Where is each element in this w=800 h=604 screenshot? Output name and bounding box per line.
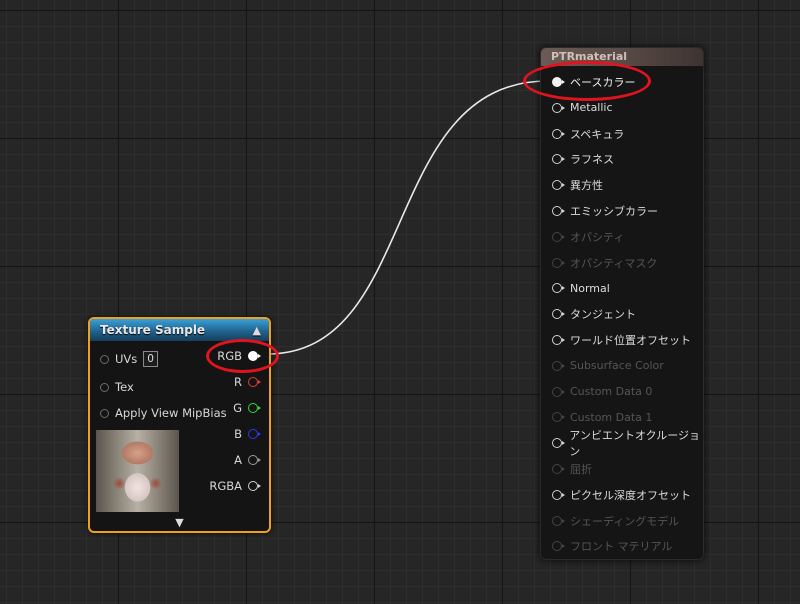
pin-label: A	[234, 453, 242, 467]
output-pin-icon[interactable]	[248, 429, 261, 439]
pin-label: RGBA	[209, 479, 242, 493]
pin-label: ラフネス	[570, 153, 614, 167]
input-pin-icon[interactable]	[552, 154, 565, 165]
material-input-pin[interactable]: ピクセル深度オフセット	[552, 484, 691, 506]
tex-input-pin[interactable]: Tex	[100, 377, 134, 397]
output-pin-icon[interactable]	[248, 481, 261, 491]
g-output-pin[interactable]: G	[233, 398, 261, 418]
rgba-output-pin[interactable]: RGBA	[209, 476, 261, 496]
input-pin-icon[interactable]	[552, 515, 565, 526]
pin-label: ベースカラー	[570, 76, 636, 89]
input-pin-icon[interactable]	[552, 180, 565, 191]
pin-label: エミッシブカラー	[570, 205, 658, 218]
pin-label: ワールド位置オフセット	[570, 334, 691, 347]
pin-label: タンジェント	[570, 308, 636, 322]
input-pin-icon[interactable]	[552, 335, 565, 345]
material-input-pin[interactable]: オパシティ	[552, 226, 624, 248]
material-input-pin[interactable]: ベースカラー	[552, 71, 635, 93]
pin-label: R	[234, 375, 242, 389]
pin-label: Metallic	[570, 101, 613, 115]
pin-circle-icon[interactable]	[100, 408, 109, 418]
material-input-pin[interactable]: 屈折	[552, 458, 592, 480]
pin-label: Normal	[570, 281, 610, 295]
material-input-pin[interactable]: Metallic	[552, 97, 613, 119]
pin-label: シェーディングモデル	[570, 514, 680, 528]
input-pin-icon[interactable]	[552, 360, 565, 371]
r-output-pin[interactable]: R	[234, 372, 261, 392]
uvs-value-field[interactable]: 0	[143, 351, 158, 367]
output-pin-icon[interactable]	[248, 351, 261, 361]
pin-label: ピクセル深度オフセット	[570, 488, 691, 502]
input-pin-icon[interactable]	[552, 206, 565, 216]
input-pin-icon[interactable]	[552, 257, 565, 268]
pin-label: 異方性	[570, 179, 603, 193]
pin-label: オパシティ	[570, 230, 625, 244]
pin-label: スペキュラ	[570, 127, 625, 141]
material-input-pin[interactable]: 異方性	[552, 174, 603, 196]
material-input-pin[interactable]: ラフネス	[552, 148, 614, 170]
material-input-pin[interactable]: Subsurface Color	[552, 355, 664, 377]
chevron-up-icon[interactable]: ▲	[253, 324, 261, 337]
material-node-header[interactable]: PTRmaterial	[541, 48, 703, 66]
material-input-pin[interactable]: Normal	[552, 277, 610, 299]
node-title: Texture Sample	[100, 323, 206, 337]
material-input-pin[interactable]: タンジェント	[552, 303, 636, 325]
input-pin-icon[interactable]	[552, 102, 565, 113]
input-pin-icon[interactable]	[552, 309, 565, 320]
output-pin-icon[interactable]	[248, 403, 261, 413]
chevron-down-icon[interactable]: ▼	[90, 516, 269, 529]
pin-label: B	[234, 427, 242, 441]
pin-label: RGB	[217, 349, 242, 363]
input-pin-icon[interactable]	[552, 464, 565, 474]
pin-circle-icon[interactable]	[100, 382, 109, 392]
pin-label: アンビエントオクルージョン	[569, 429, 701, 459]
pin-label: Apply View MipBias	[115, 406, 227, 420]
a-output-pin[interactable]: A	[234, 450, 261, 470]
pin-label: UVs	[115, 352, 138, 366]
uvs-input-pin[interactable]: UVs 0	[100, 349, 158, 369]
input-pin-icon[interactable]	[552, 283, 565, 294]
pin-label: Custom Data 1	[570, 410, 653, 424]
input-pin-icon[interactable]	[552, 386, 565, 397]
input-pin-icon[interactable]	[552, 541, 565, 552]
pin-label: Custom Data 0	[570, 385, 653, 399]
input-pin-icon[interactable]	[552, 489, 565, 500]
material-input-pin[interactable]: Custom Data 0	[552, 381, 652, 403]
apply-view-mipbias-pin[interactable]: Apply View MipBias	[100, 403, 227, 423]
material-input-pin[interactable]: Custom Data 1	[552, 406, 652, 428]
pin-circle-icon[interactable]	[100, 354, 109, 364]
texture-sample-node[interactable]: Texture Sample ▲ UVs 0 Tex Apply View Mi…	[88, 317, 271, 533]
input-pin-icon[interactable]	[552, 438, 565, 449]
b-output-pin[interactable]: B	[234, 424, 261, 444]
material-result-node[interactable]: PTRmaterial ベースカラー Metallic スペキュララフネス異方性エミ…	[540, 47, 704, 560]
texture-sample-header[interactable]: Texture Sample ▲	[90, 319, 269, 341]
rgb-output-pin[interactable]: RGB	[217, 346, 261, 366]
material-input-pin[interactable]: シェーディングモデル	[552, 510, 679, 532]
input-pin-icon[interactable]	[552, 77, 565, 87]
pin-label: 屈折	[570, 463, 592, 476]
output-pin-icon[interactable]	[248, 377, 261, 387]
material-input-pin[interactable]: スペキュラ	[552, 123, 624, 145]
input-pin-icon[interactable]	[552, 412, 565, 423]
input-pin-icon[interactable]	[552, 231, 565, 242]
output-pin-icon[interactable]	[248, 455, 261, 465]
material-input-pin[interactable]: ワールド位置オフセット	[552, 329, 691, 351]
pin-label: Tex	[115, 380, 134, 394]
texture-preview-thumbnail	[96, 430, 179, 512]
material-input-pin[interactable]: エミッシブカラー	[552, 200, 658, 222]
material-input-pin[interactable]: アンビエントオクルージョン	[552, 429, 703, 458]
material-input-pin[interactable]: オパシティマスク	[552, 252, 657, 274]
pin-label: フロント マテリアル	[570, 540, 673, 554]
pin-label: G	[233, 401, 242, 415]
pin-label: オパシティマスク	[570, 256, 658, 270]
rgb-to-basecolor-wire[interactable]	[266, 80, 549, 355]
material-input-pin[interactable]: フロント マテリアル	[552, 535, 672, 557]
input-pin-icon[interactable]	[552, 128, 565, 139]
pin-label: Subsurface Color	[570, 359, 664, 373]
